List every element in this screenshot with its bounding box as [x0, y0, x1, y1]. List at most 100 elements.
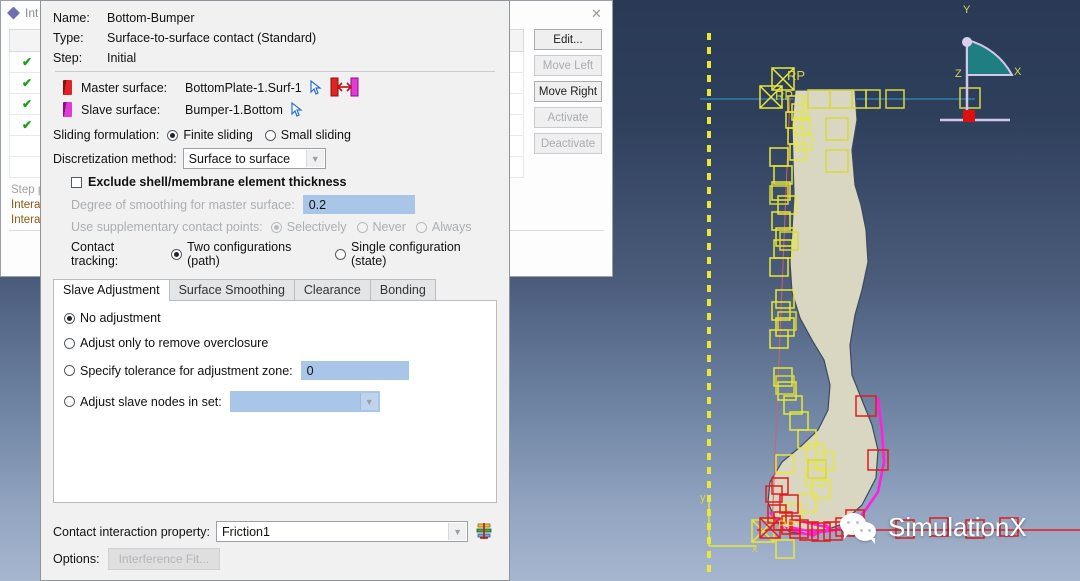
slave-adjustment-panel: No adjustment Adjust only to remove over…	[53, 301, 497, 503]
radio-no-adjustment[interactable]	[64, 312, 75, 324]
discretization-row: Discretization method: Surface to surfac…	[53, 148, 497, 169]
axis-triad	[940, 37, 1014, 122]
adjust-slave-nodes-row: Adjust slave nodes in set: ▼	[64, 391, 484, 412]
selectively-label: Selectively	[286, 220, 347, 234]
sliding-formulation-label: Sliding formulation:	[53, 128, 160, 142]
dialog-footer: Contact interaction property: Friction1 …	[41, 513, 509, 580]
exclude-thickness-label[interactable]: Exclude shell/membrane element thickness	[88, 175, 346, 189]
radio-adjust-slave-nodes[interactable]	[64, 396, 75, 407]
origin-label-y: y	[700, 492, 706, 504]
contact-property-row: Contact interaction property: Friction1 …	[53, 521, 497, 542]
no-adjustment-label[interactable]: No adjustment	[80, 311, 161, 325]
move-left-button: Move Left	[534, 55, 602, 76]
slave-set-select[interactable]: ▼	[229, 391, 380, 412]
discretization-select[interactable]: Surface to surface ▼	[182, 148, 326, 169]
radio-small-sliding[interactable]	[264, 129, 276, 141]
master-surface-value: BottomPlate-1.Surf-1	[185, 80, 302, 95]
exclude-thickness-checkbox[interactable]	[71, 176, 82, 188]
radio-specify-tolerance[interactable]	[64, 365, 75, 376]
manager-button-column: Edit... Move Left Move Right Activate De…	[534, 29, 602, 178]
smoothing-input[interactable]: 0.2	[302, 195, 415, 214]
name-value: Bottom-Bumper	[107, 11, 195, 25]
name-row: Name: Bottom-Bumper	[53, 11, 497, 25]
slave-surface-label: Slave surface:	[81, 102, 161, 117]
swap-surfaces-icon[interactable]	[330, 76, 360, 98]
exclude-thickness-row: Exclude shell/membrane element thickness	[71, 175, 497, 189]
slave-surface-icon	[63, 102, 72, 117]
activate-button: Activate	[534, 107, 602, 128]
contact-tracking-label: Contact tracking:	[71, 240, 119, 268]
master-surface-icon	[63, 80, 72, 95]
no-adjustment-row: No adjustment	[64, 311, 484, 325]
radio-finite-sliding[interactable]	[167, 129, 179, 141]
remove-overclosure-label[interactable]: Adjust only to remove overclosure	[80, 336, 268, 350]
close-icon[interactable]: ✕	[589, 6, 604, 21]
discretization-label: Discretization method:	[53, 151, 177, 166]
interference-fit-button: Interference Fit...	[107, 548, 221, 570]
chevron-down-icon[interactable]: ▼	[305, 150, 324, 167]
contact-property-value: Friction1	[222, 524, 270, 539]
pick-master-surface-icon[interactable]	[310, 80, 322, 95]
single-configuration-label[interactable]: Single configuration (state)	[351, 240, 497, 268]
edit-button[interactable]: Edit...	[534, 29, 602, 50]
slave-surface-row: Slave surface: Bumper-1.Bottom	[53, 102, 497, 117]
type-label: Type:	[53, 31, 84, 45]
origin-axes	[708, 498, 756, 547]
step-value: Initial	[107, 51, 137, 65]
sliding-formulation-row: Sliding formulation: Finite sliding Smal…	[53, 128, 497, 142]
step-label: Step:	[53, 51, 83, 65]
radio-never	[356, 221, 368, 233]
smoothing-row: Degree of smoothing for master surface: …	[71, 195, 497, 214]
interaction-diamond-icon	[7, 6, 20, 20]
edit-interaction-dialog[interactable]: Name: Bottom-Bumper Type: Surface-to-sur…	[40, 0, 510, 581]
discretization-value: Surface to surface	[188, 151, 291, 166]
dialog-header: Name: Bottom-Bumper Type: Surface-to-sur…	[41, 1, 509, 128]
dialog-tabs: Slave Adjustment Surface Smoothing Clear…	[53, 278, 497, 301]
supplementary-label: Use supplementary contact points:	[71, 220, 263, 234]
wechat-icon	[840, 512, 880, 544]
radio-single-configuration[interactable]	[334, 248, 346, 260]
rp-label-2: RP	[775, 88, 794, 103]
radio-selectively	[270, 221, 282, 233]
axis-label-x: X	[1014, 66, 1022, 78]
two-configurations-label[interactable]: Two configurations (path)	[187, 240, 325, 268]
master-surface-row: Master surface: BottomPlate-1.Surf-1	[53, 77, 497, 97]
contact-property-select[interactable]: Friction1 ▼	[216, 521, 469, 542]
specify-tolerance-row: Specify tolerance for adjustment zone: 0	[64, 361, 484, 380]
rp-label-3: RP	[778, 518, 795, 532]
tab-slave-adjustment[interactable]: Slave Adjustment	[53, 279, 170, 301]
origin-label-x: x	[752, 543, 758, 555]
move-right-button[interactable]: Move Right	[534, 81, 602, 102]
chevron-down-icon[interactable]: ▼	[448, 523, 467, 540]
remove-overclosure-row: Adjust only to remove overclosure	[64, 336, 484, 350]
tab-bonding[interactable]: Bonding	[369, 279, 436, 300]
manager-title: Int	[25, 6, 39, 20]
watermark-text: SimulationX	[888, 512, 1027, 542]
finite-sliding-label[interactable]: Finite sliding	[183, 128, 252, 142]
name-label: Name:	[53, 11, 90, 25]
slave-surface-value: Bumper-1.Bottom	[185, 102, 283, 117]
radio-remove-overclosure[interactable]	[64, 337, 75, 349]
dialog-options: Sliding formulation: Finite sliding Smal…	[41, 128, 509, 268]
smoothing-label: Degree of smoothing for master surface:	[71, 197, 295, 212]
supplementary-points-row: Use supplementary contact points: Select…	[71, 220, 497, 234]
rp-label-1: RP	[787, 68, 806, 83]
options-label: Options:	[53, 552, 100, 566]
deactivate-button: Deactivate	[534, 133, 602, 154]
tab-clearance[interactable]: Clearance	[293, 279, 371, 300]
contact-tracking-row: Contact tracking: Two configurations (pa…	[71, 240, 497, 268]
small-sliding-label[interactable]: Small sliding	[281, 128, 351, 142]
tab-surface-smoothing[interactable]: Surface Smoothing	[168, 279, 295, 300]
header-divider	[55, 71, 495, 72]
step-row: Step: Initial	[53, 51, 497, 65]
tolerance-input[interactable]: 0	[300, 361, 409, 380]
chevron-down-icon[interactable]: ▼	[359, 393, 378, 410]
never-label: Never	[372, 220, 406, 234]
radio-two-configurations[interactable]	[171, 248, 183, 260]
create-interaction-property-icon[interactable]	[476, 523, 492, 540]
specify-tolerance-label[interactable]: Specify tolerance for adjustment zone:	[80, 364, 293, 378]
master-surface-label: Master surface:	[81, 80, 168, 95]
pick-slave-surface-icon[interactable]	[291, 102, 303, 117]
adjust-slave-nodes-label[interactable]: Adjust slave nodes in set:	[80, 395, 222, 409]
options-row: Options: Interference Fit...	[53, 548, 497, 570]
